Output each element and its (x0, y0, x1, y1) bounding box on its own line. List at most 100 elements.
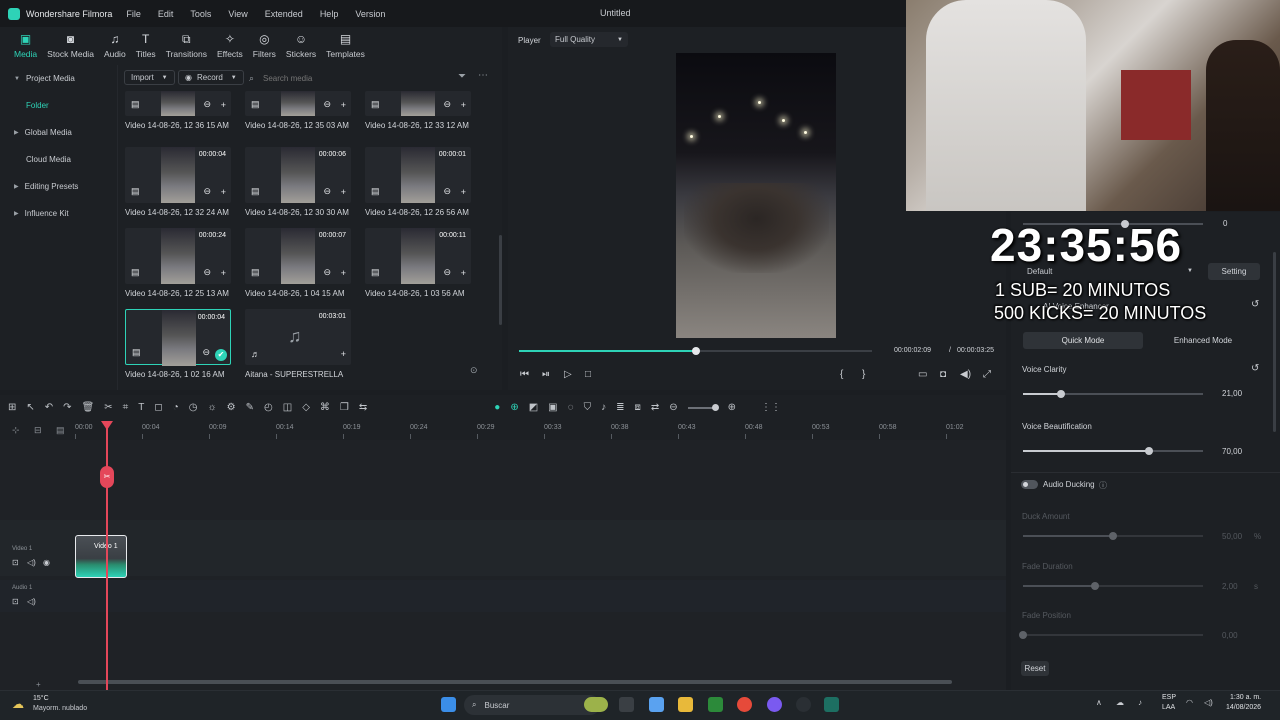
redo-icon[interactable]: ↷ (63, 402, 71, 413)
task-view-icon[interactable] (619, 697, 634, 712)
fullscreen-icon[interactable]: ⤢ (983, 369, 991, 380)
scissors-icon[interactable]: ✂ (100, 466, 114, 488)
menu-tools[interactable]: Tools (190, 9, 211, 19)
video-clip[interactable]: Video 1 (75, 535, 127, 578)
media-item[interactable]: 00:00:11 ▤ ⊖ + Video 14-08-26, 1 03 56 AM (365, 228, 471, 298)
add-to-timeline-icon[interactable]: + (461, 100, 466, 110)
reset-icon[interactable]: ↺ (1251, 363, 1259, 374)
eye-icon[interactable]: ◉ (43, 558, 50, 567)
media-thumbnail[interactable]: 00:00:11 ▤ ⊖ + (365, 228, 471, 284)
voice-clarity-slider[interactable] (1023, 390, 1203, 398)
timer-icon[interactable]: ◷ (189, 402, 198, 413)
prev-frame-icon[interactable]: ⏮ (520, 369, 529, 380)
slider-knob[interactable] (1145, 447, 1153, 455)
split-icon[interactable]: ✂ (104, 402, 112, 413)
slider-knob[interactable] (1019, 631, 1027, 639)
speed-icon[interactable]: ◔ (173, 402, 179, 413)
add-to-timeline-icon[interactable]: + (341, 100, 346, 110)
menu-help[interactable]: Help (320, 9, 339, 19)
zoom-slider[interactable] (687, 403, 719, 411)
step-play-icon[interactable]: ⏯ (542, 369, 550, 380)
preview-icon[interactable]: ⊖ (323, 267, 331, 278)
transform-icon[interactable]: ◻ (154, 402, 162, 413)
media-item[interactable]: 00:00:07 ▤ ⊖ + Video 14-08-26, 1 04 15 AM (245, 228, 351, 298)
menu-edit[interactable]: Edit (158, 9, 174, 19)
add-to-timeline-icon[interactable]: + (221, 268, 226, 278)
track-manager-icon[interactable]: ▤ (56, 425, 65, 436)
replace-icon[interactable]: ⇄ (651, 402, 659, 413)
chevron-up-icon[interactable]: ∧ (1096, 698, 1102, 707)
speaker-icon[interactable]: ◁) (1204, 698, 1213, 707)
add-to-timeline-icon[interactable]: + (341, 349, 346, 359)
quick-mode-tab[interactable]: Quick Mode (1023, 332, 1143, 349)
zoom-knob[interactable] (711, 403, 719, 411)
motion-icon[interactable]: ⌘ (320, 402, 330, 413)
add-to-timeline-icon[interactable]: + (341, 187, 346, 197)
slider-knob[interactable] (1056, 390, 1065, 398)
nav-project-media[interactable]: ▼ Project Media (0, 65, 117, 92)
preview-icon[interactable]: ⊖ (203, 186, 211, 197)
toolbar-media[interactable]: ▣ Media (0, 27, 42, 65)
copilot-icon[interactable] (649, 697, 664, 712)
preview-icon[interactable]: ⊖ (203, 267, 211, 278)
more-options-icon[interactable]: ⋯ (478, 70, 488, 81)
media-scrollbar[interactable] (499, 235, 502, 325)
menu-file[interactable]: File (126, 9, 141, 19)
clock-date[interactable]: 14/08/2026 (1226, 704, 1261, 711)
menu-extended[interactable]: Extended (265, 9, 303, 19)
lock-icon[interactable]: ⊡ (12, 597, 19, 606)
lock-icon[interactable]: ⊡ (12, 558, 19, 567)
media-item[interactable]: 00:00:24 ▤ ⊖ + Video 14-08-26, 12 25 13 AM (125, 228, 231, 298)
playback-progress[interactable] (519, 347, 872, 355)
progress-handle[interactable] (691, 347, 700, 355)
zoom-out-icon[interactable]: ⊖ (669, 402, 677, 413)
play-icon[interactable]: ▷ (564, 369, 572, 380)
preview-icon[interactable]: ⊖ (443, 186, 451, 197)
fade-duration-slider[interactable] (1023, 582, 1203, 590)
ai-icon[interactable]: ⚙ (227, 402, 236, 413)
menu-version[interactable]: Version (355, 9, 385, 19)
media-thumbnail[interactable]: 00:00:24 ▤ ⊖ + (125, 228, 231, 284)
toolbar-stock-media[interactable]: ◙ Stock Media (42, 27, 99, 65)
media-thumbnail[interactable]: 00:00:04 ▤ ⊖ + (125, 147, 231, 203)
render-icon[interactable]: ◩ (529, 402, 538, 413)
media-thumbnail[interactable]: ♫ 00:03:01 ♬ + (245, 309, 351, 365)
add-to-timeline-icon[interactable]: + (461, 187, 466, 197)
text-icon[interactable]: T (138, 402, 144, 413)
voice-beautification-slider[interactable] (1023, 447, 1203, 455)
wifi-icon[interactable]: ◠ (1186, 698, 1193, 707)
timeline-ruler[interactable]: ⊹ ⊟ ▤ 00:00 00:04 00:09 00:14 00:19 00:24 00:2… (0, 420, 1006, 440)
add-to-timeline-icon[interactable]: + (461, 268, 466, 278)
fit-icon[interactable]: ▣ (548, 402, 557, 413)
add-to-timeline-icon[interactable]: + (341, 268, 346, 278)
mic-icon[interactable]: ♪ (1138, 698, 1142, 707)
check-icon[interactable]: ✔ (215, 349, 227, 361)
add-track-icon[interactable]: ⊹ (12, 425, 20, 436)
preview-icon[interactable]: ⊖ (323, 99, 331, 110)
media-item[interactable]: 00:00:01 ▤ ⊖ + Video 14-08-26, 12 26 56 AM (365, 147, 471, 217)
fade-position-slider[interactable] (1019, 631, 1203, 639)
reset-button[interactable]: Reset (1021, 661, 1049, 676)
mark-in-icon[interactable]: { (840, 369, 843, 380)
add-to-timeline-icon[interactable]: + (221, 100, 226, 110)
nav-cloud-media[interactable]: Cloud Media (0, 146, 117, 173)
preview-icon[interactable]: ⊖ (323, 186, 331, 197)
preview-icon[interactable]: ⊖ (202, 347, 210, 358)
toolbar-effects[interactable]: ✧ Effects (212, 27, 248, 65)
toolbar-audio[interactable]: ♫ Audio (99, 27, 131, 65)
mask-icon[interactable]: ◫ (283, 402, 292, 413)
chrome-icon[interactable] (737, 697, 752, 712)
add-to-timeline-icon[interactable]: + (221, 187, 226, 197)
reset-icon[interactable]: ↺ (1251, 299, 1259, 310)
media-item[interactable]: 00:00:04 ▤ ⊖ ✔ Video 14-08-26, 1 02 16 AM (125, 309, 231, 379)
duck-amount-slider[interactable] (1023, 532, 1203, 540)
nav-global-media[interactable]: ▶ Global Media (0, 119, 117, 146)
fade-duration-value[interactable]: 2,00 (1222, 582, 1238, 591)
horizontal-scrollbar[interactable] (78, 680, 952, 684)
keyboard-layout[interactable]: LAA (1162, 704, 1175, 711)
duck-amount-value[interactable]: 50,00 (1222, 532, 1242, 541)
filmora-taskbar-icon[interactable] (824, 697, 839, 712)
layout-icon[interactable]: ⊞ (8, 402, 16, 413)
volume-icon[interactable]: ◀) (960, 369, 971, 380)
toolbar-transitions[interactable]: ⧉ Transitions (161, 27, 212, 65)
